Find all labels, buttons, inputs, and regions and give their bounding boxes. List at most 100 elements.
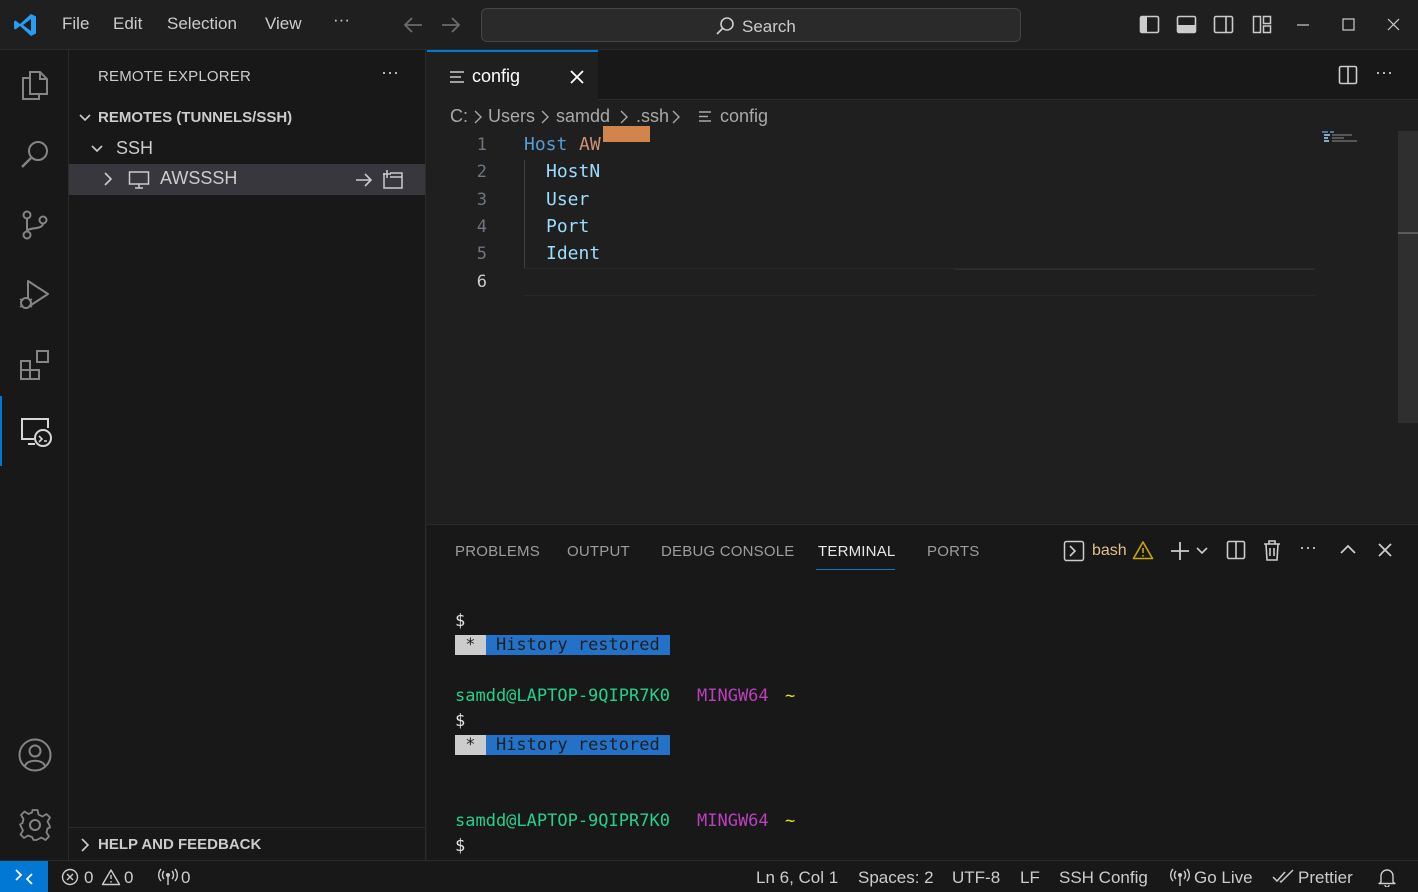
chevron-right-icon <box>670 109 682 125</box>
chevron-right-icon[interactable] <box>100 171 116 187</box>
tab-problems[interactable]: PROBLEMS <box>455 543 540 560</box>
toggle-panel-icon[interactable] <box>1176 14 1197 35</box>
toggle-primary-sidebar-icon[interactable] <box>1139 14 1160 35</box>
extensions-icon[interactable] <box>0 330 69 400</box>
menu-more[interactable]: ··· <box>333 10 350 30</box>
source-control-icon[interactable] <box>0 190 69 260</box>
tab-output[interactable]: OUTPUT <box>567 543 630 560</box>
terminal-dir: ~ <box>785 686 796 706</box>
close-window-icon[interactable] <box>1387 18 1400 31</box>
code-keyword[interactable]: User <box>546 189 589 210</box>
breadcrumb-item[interactable]: .ssh <box>636 106 669 127</box>
accounts-icon[interactable] <box>0 720 69 790</box>
sidebar-more-actions[interactable]: ··· <box>381 62 399 83</box>
cursor-position[interactable]: Ln 6, Col 1 <box>756 868 838 888</box>
command-center-search[interactable]: Search <box>481 8 1021 42</box>
warning-icon[interactable] <box>101 868 121 886</box>
forwarded-ports-count[interactable]: 0 <box>181 868 190 888</box>
terminal-prompt: $ <box>455 611 466 631</box>
terminal-dir: ~ <box>785 811 796 831</box>
chevron-right-icon <box>539 109 551 125</box>
panel-more-actions[interactable]: ··· <box>1299 537 1317 558</box>
close-tab-icon[interactable] <box>570 70 584 84</box>
broadcast-icon[interactable] <box>158 868 178 886</box>
activity-bar <box>0 50 69 860</box>
terminal-env: MINGW64 <box>697 811 769 831</box>
history-text: History restored <box>485 735 670 755</box>
ssh-host-label: AWSSSH <box>160 168 238 188</box>
run-debug-icon[interactable] <box>0 260 69 330</box>
broadcast-icon <box>1170 867 1190 887</box>
remote-indicator-button[interactable] <box>0 861 48 892</box>
warning-count[interactable]: 0 <box>124 868 133 888</box>
chevron-down-icon[interactable] <box>77 110 93 126</box>
indentation[interactable]: Spaces: 2 <box>858 868 934 888</box>
back-arrow-icon[interactable] <box>402 15 424 35</box>
tab-config[interactable]: config <box>427 50 598 100</box>
end-of-line[interactable]: LF <box>1020 868 1040 888</box>
code-keyword[interactable]: Ident <box>546 243 600 264</box>
terminal-shell-icon <box>1063 540 1085 562</box>
remote-explorer-icon[interactable] <box>0 396 69 466</box>
search-icon <box>715 16 735 36</box>
help-feedback-section-header[interactable]: HELP AND FEEDBACK <box>98 836 261 853</box>
breadcrumb-item[interactable]: C: <box>450 106 468 127</box>
manage-gear-icon[interactable] <box>0 790 69 860</box>
prettier-button[interactable]: Prettier <box>1298 868 1353 888</box>
active-tab-underline <box>816 569 895 570</box>
customize-layout-icon[interactable] <box>1252 14 1273 35</box>
connect-arrow-icon[interactable] <box>354 170 374 190</box>
editor-scrollbar[interactable] <box>1398 131 1418 423</box>
editor-tab-bar: config ··· <box>427 50 1418 100</box>
search-view-icon[interactable] <box>0 120 69 190</box>
ssh-group-label[interactable]: SSH <box>116 138 153 159</box>
menu-view[interactable]: View <box>265 14 302 34</box>
split-terminal-icon[interactable] <box>1226 540 1246 560</box>
breadcrumb-item[interactable]: samdd <box>556 106 610 127</box>
tab-ports[interactable]: PORTS <box>927 543 979 560</box>
terminal-shell-name[interactable]: bash <box>1092 542 1127 560</box>
explorer-icon[interactable] <box>0 50 69 120</box>
tab-terminal[interactable]: TERMINAL <box>818 543 895 560</box>
trash-icon[interactable] <box>1263 539 1281 561</box>
tab-debug-console[interactable]: DEBUG CONSOLE <box>661 543 794 560</box>
menu-file[interactable]: File <box>62 14 89 34</box>
line-number: 3 <box>476 190 487 210</box>
maximize-panel-chevron-up-icon[interactable] <box>1339 542 1357 556</box>
chevron-down-icon[interactable] <box>1195 545 1209 557</box>
chevron-right-icon[interactable] <box>77 837 93 853</box>
minimize-icon[interactable] <box>1296 23 1310 27</box>
minimap[interactable] <box>1322 131 1362 145</box>
error-icon[interactable] <box>61 868 79 886</box>
go-live-button[interactable]: Go Live <box>1194 868 1253 888</box>
line-number: 5 <box>476 244 487 264</box>
menu-selection[interactable]: Selection <box>167 14 237 34</box>
code-value[interactable]: AW <box>579 134 601 155</box>
indent-guide <box>524 160 525 269</box>
maximize-icon[interactable] <box>1342 18 1355 31</box>
language-mode[interactable]: SSH Config <box>1059 868 1148 888</box>
code-keyword[interactable]: Host <box>524 134 567 155</box>
close-panel-icon[interactable] <box>1378 543 1392 557</box>
chevron-right-icon <box>472 109 484 125</box>
breadcrumb-item[interactable]: Users <box>488 106 535 127</box>
terminal-prompt: $ <box>455 711 466 731</box>
editor-more-actions[interactable]: ··· <box>1375 62 1393 83</box>
error-count[interactable]: 0 <box>84 868 93 888</box>
split-editor-icon[interactable] <box>1338 65 1358 85</box>
new-terminal-plus-icon[interactable] <box>1169 540 1191 562</box>
chevron-down-icon[interactable] <box>89 141 105 157</box>
menu-edit[interactable]: Edit <box>113 14 142 34</box>
open-in-new-window-icon[interactable] <box>382 169 404 191</box>
toggle-secondary-sidebar-icon[interactable] <box>1213 14 1234 35</box>
terminal-prompt: $ <box>455 836 466 856</box>
forward-arrow-icon[interactable] <box>440 15 462 35</box>
remotes-section-header[interactable]: REMOTES (TUNNELS/SSH) <box>98 109 292 126</box>
code-keyword[interactable]: Port <box>546 216 589 237</box>
ssh-host-row[interactable]: AWSSSH <box>69 164 425 195</box>
code-keyword[interactable]: HostN <box>546 161 600 182</box>
breadcrumb-item[interactable]: config <box>720 106 768 127</box>
bottom-panel: PROBLEMS OUTPUT DEBUG CONSOLE TERMINAL P… <box>427 524 1418 860</box>
encoding[interactable]: UTF-8 <box>952 868 1000 888</box>
bell-icon[interactable] <box>1378 867 1396 887</box>
